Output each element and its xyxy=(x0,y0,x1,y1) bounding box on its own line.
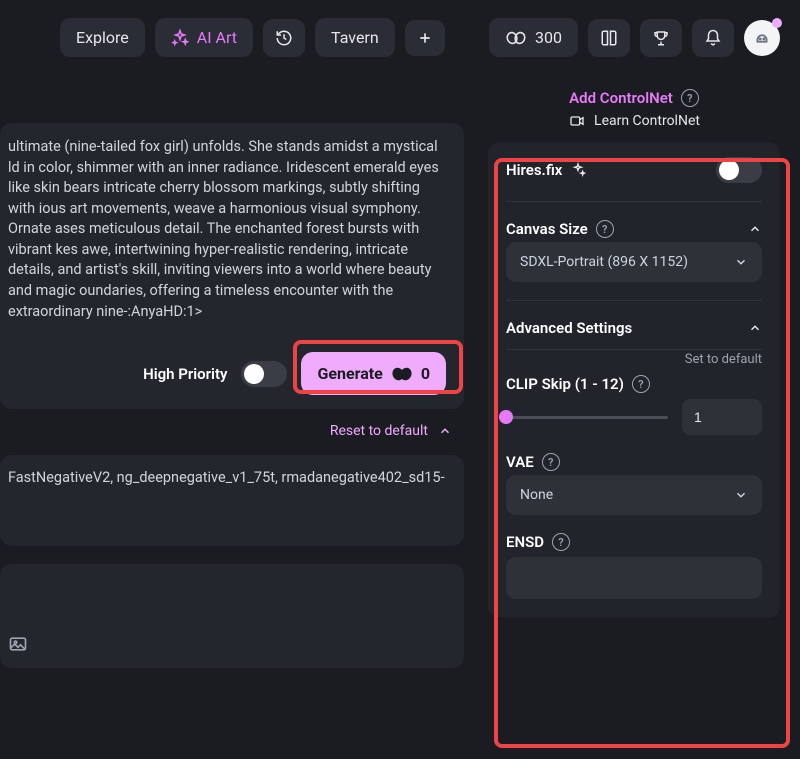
negative-prompt-card[interactable]: FastNegativeV2, ng_deepnegative_v1_75t, … xyxy=(0,455,464,546)
canvas-label: Canvas Size xyxy=(506,220,588,238)
advanced-label: Advanced Settings xyxy=(506,319,632,337)
nav-credits-value: 300 xyxy=(535,28,562,47)
bean-icon xyxy=(391,366,413,382)
canvas-section: Canvas Size ? SDXL-Portrait (896 X 1152) xyxy=(506,220,762,282)
canvas-size-select[interactable]: SDXL-Portrait (896 X 1152) xyxy=(506,242,762,282)
nav-library[interactable] xyxy=(588,19,630,57)
plus-icon xyxy=(417,30,433,46)
high-priority-label: High Priority xyxy=(143,365,227,383)
divider xyxy=(506,201,762,202)
history-icon xyxy=(275,29,293,47)
vae-value: None xyxy=(520,487,553,503)
right-column: Add ControlNet ? Learn ControlNet Hires.… xyxy=(488,71,800,750)
learn-controlnet-label: Learn ControlNet xyxy=(594,113,700,129)
prompt-card: ultimate (nine-tailed fox girl) unfolds.… xyxy=(0,123,464,409)
toggle-knob xyxy=(244,364,264,384)
ensd-group: ENSD ? xyxy=(506,533,762,599)
canvas-header[interactable]: Canvas Size ? xyxy=(506,220,762,238)
chevron-up-icon xyxy=(748,222,762,236)
settings-panel: Hires.fix Canvas Size ? xyxy=(488,143,780,617)
image-reference-card[interactable] xyxy=(0,564,464,668)
canvas-size-value: SDXL-Portrait (896 X 1152) xyxy=(520,254,688,270)
nav-explore[interactable]: Explore xyxy=(60,18,145,57)
help-icon[interactable]: ? xyxy=(632,375,650,393)
vae-select[interactable]: None xyxy=(506,475,762,515)
generate-cost: 0 xyxy=(421,364,430,383)
ensd-label: ENSD xyxy=(506,533,544,551)
learn-controlnet-link[interactable]: Learn ControlNet xyxy=(488,113,780,143)
chevron-up-icon xyxy=(438,424,452,438)
nav-ai-art[interactable]: AI Art xyxy=(155,18,253,57)
help-icon[interactable]: ? xyxy=(596,220,614,238)
hiresfix-toggle[interactable] xyxy=(716,157,762,183)
reset-row[interactable]: Reset to default xyxy=(0,409,464,449)
prompt-text[interactable]: ultimate (nine-tailed fox girl) unfolds.… xyxy=(0,137,452,322)
clip-skip-slider-row xyxy=(506,399,762,435)
chevron-down-icon xyxy=(734,488,748,502)
help-icon[interactable]: ? xyxy=(681,89,699,107)
video-icon xyxy=(568,113,586,129)
help-icon[interactable]: ? xyxy=(552,533,570,551)
high-priority-toggle[interactable] xyxy=(241,361,287,387)
clip-skip-label: CLIP Skip (1 - 12) xyxy=(506,375,624,393)
help-icon[interactable]: ? xyxy=(542,453,560,471)
bean-icon xyxy=(505,30,527,46)
vae-group: VAE ? None xyxy=(506,453,762,515)
reset-label: Reset to default xyxy=(330,423,428,439)
generate-button[interactable]: Generate 0 xyxy=(301,352,446,395)
trophy-icon xyxy=(652,29,670,47)
nav-notifications[interactable] xyxy=(692,19,734,57)
add-controlnet-link[interactable]: Add ControlNet ? xyxy=(488,71,780,113)
clip-skip-group: CLIP Skip (1 - 12) ? xyxy=(506,375,762,435)
vae-label: VAE xyxy=(506,453,534,471)
nav-tavern[interactable]: Tavern xyxy=(315,18,395,57)
advanced-section: Advanced Settings Set to default CLIP Sk… xyxy=(506,319,762,599)
nav-history[interactable] xyxy=(263,19,305,57)
nav-ai-art-label: AI Art xyxy=(197,28,237,47)
left-column: ultimate (nine-tailed fox girl) unfolds.… xyxy=(0,71,470,750)
advanced-header[interactable]: Advanced Settings xyxy=(506,319,762,337)
clip-skip-input[interactable] xyxy=(682,399,762,435)
nav-explore-label: Explore xyxy=(76,28,129,47)
chevron-up-icon xyxy=(748,321,762,335)
set-default-link[interactable]: Set to default xyxy=(506,352,762,367)
generate-label: Generate xyxy=(317,364,382,383)
nav-tavern-label: Tavern xyxy=(331,28,379,47)
hiresfix-row: Hires.fix xyxy=(506,157,762,183)
sparkle-icon xyxy=(570,162,586,178)
prompt-actions: High Priority Generate 0 xyxy=(0,352,452,395)
top-nav: Explore AI Art Tavern 300 xyxy=(0,0,800,71)
divider xyxy=(506,300,762,301)
nav-add[interactable] xyxy=(405,20,445,56)
image-icon xyxy=(8,634,454,654)
nav-credits[interactable]: 300 xyxy=(489,18,578,57)
ensd-input[interactable] xyxy=(506,557,762,599)
sparkle-icon xyxy=(171,29,189,47)
nav-avatar[interactable] xyxy=(744,20,780,56)
clip-skip-slider[interactable] xyxy=(506,416,668,419)
hiresfix-label-group: Hires.fix xyxy=(506,161,586,179)
toggle-knob xyxy=(719,160,739,180)
negative-prompt-text: FastNegativeV2, ng_deepnegative_v1_75t, … xyxy=(8,469,445,486)
divider xyxy=(506,349,762,350)
avatar-face-icon xyxy=(751,27,773,49)
nav-trophy[interactable] xyxy=(640,19,682,57)
add-controlnet-label: Add ControlNet xyxy=(569,89,673,107)
slider-thumb[interactable] xyxy=(499,410,513,424)
hiresfix-label: Hires.fix xyxy=(506,161,562,179)
main-area: ultimate (nine-tailed fox girl) unfolds.… xyxy=(0,71,800,750)
book-icon xyxy=(600,29,618,47)
chevron-down-icon xyxy=(734,255,748,269)
bell-icon xyxy=(704,29,722,47)
